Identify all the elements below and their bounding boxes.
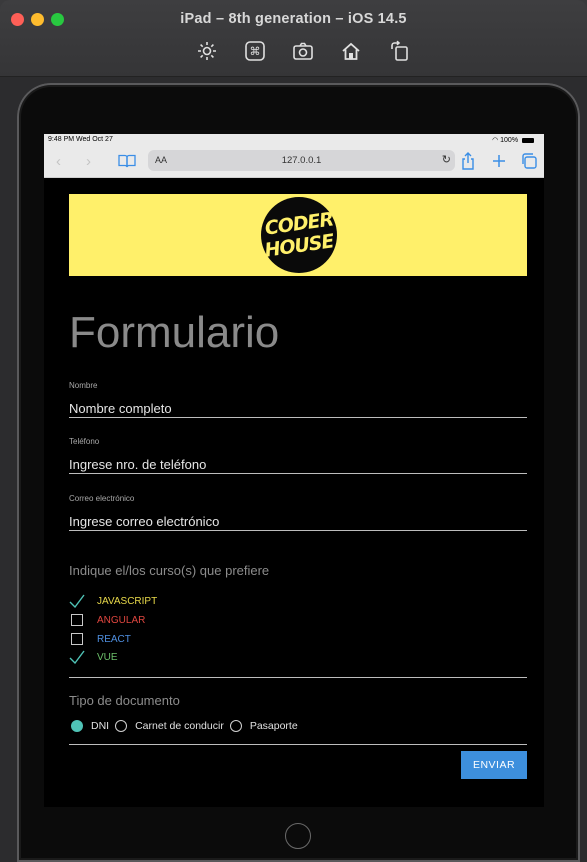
courses-label: Indique el/los curso(s) que prefiere (69, 563, 270, 578)
email-label: Correo electrónico (69, 494, 135, 503)
radio-label-dni: DNI (91, 720, 110, 732)
page-title: Formulario (69, 308, 280, 357)
name-label: Nombre (69, 381, 98, 390)
check-icon (69, 594, 85, 608)
brightness-icon[interactable] (196, 40, 218, 62)
ipad-screen: 9:48 PM Wed Oct 27 ◠ 100% ‹ › AA 127.0.0… (44, 134, 544, 807)
screenshot-icon[interactable] (292, 40, 314, 62)
coderhouse-logo: CODER HOUSE (261, 197, 337, 273)
radio-label-carnet: Carnet de conducir (135, 720, 224, 732)
battery-percent: 100% (500, 137, 519, 144)
status-time: 9:48 PM Wed Oct 27 (48, 136, 113, 143)
reload-icon[interactable]: ↻ (442, 153, 451, 166)
courses-checkbox-group: JAVASCRIPT ANGULAR REACT VUE (69, 593, 527, 678)
phone-input[interactable] (69, 455, 527, 473)
checkbox-react[interactable]: REACT (69, 631, 131, 647)
new-tab-icon[interactable] (490, 152, 508, 170)
checkbox-javascript[interactable]: JAVASCRIPT (69, 593, 157, 609)
radio-carnet[interactable] (115, 720, 128, 732)
checkbox-angular[interactable]: ANGULAR (69, 612, 145, 628)
svg-text:⌘: ⌘ (250, 45, 261, 58)
web-page: CODER HOUSE Formulario Nombre Teléfono C… (44, 178, 544, 807)
email-input[interactable] (69, 512, 527, 530)
radio-dni[interactable] (71, 720, 83, 732)
checkbox-box (71, 614, 83, 626)
simulator-titlebar: iPad – 8th generation – iOS 14.5 ⌘ (0, 0, 587, 77)
tabs-icon[interactable] (520, 152, 538, 170)
checkbox-label: ANGULAR (97, 614, 146, 626)
back-icon[interactable]: ‹ (56, 153, 61, 170)
checkbox-vue[interactable]: VUE (69, 649, 118, 665)
status-battery: ◠ 100% (492, 136, 534, 144)
document-type-label: Tipo de documento (69, 693, 180, 708)
home-button[interactable] (285, 823, 311, 849)
checkbox-label: VUE (97, 651, 118, 663)
checkbox-label: JAVASCRIPT (97, 595, 158, 607)
address-bar[interactable]: AA 127.0.0.1 ↻ (148, 150, 455, 171)
header-banner: CODER HOUSE (69, 194, 527, 276)
submit-button[interactable]: ENVIAR (461, 751, 527, 779)
phone-field: Teléfono (69, 437, 527, 474)
wifi-icon: ◠ (492, 137, 499, 144)
safari-toolbar: ‹ › AA 127.0.0.1 ↻ (44, 146, 544, 178)
share-icon[interactable] (459, 152, 477, 170)
document-radio-group: DNI Carnet de conducir Pasaporte (69, 718, 527, 745)
radio-pasaporte[interactable] (229, 720, 242, 732)
status-bar: 9:48 PM Wed Oct 27 ◠ 100% (44, 134, 544, 146)
bookmarks-icon[interactable] (118, 154, 136, 168)
phone-label: Teléfono (69, 437, 100, 446)
checkbox-label: REACT (97, 633, 131, 645)
checkbox-box (71, 633, 83, 645)
forward-icon[interactable]: › (86, 153, 91, 170)
name-input[interactable] (69, 399, 527, 417)
simulator-toolbar: ⌘ (196, 40, 410, 62)
window-title: iPad – 8th generation – iOS 14.5 (180, 11, 407, 27)
radio-label-pasaporte: Pasaporte (249, 720, 298, 732)
command-icon[interactable]: ⌘ (244, 40, 266, 62)
url-text: 127.0.0.1 (281, 155, 322, 166)
battery-icon (522, 137, 534, 143)
email-field: Correo electrónico (69, 494, 527, 531)
check-icon (69, 650, 85, 664)
home-icon[interactable] (340, 40, 362, 62)
rotate-icon[interactable] (388, 40, 410, 62)
name-field: Nombre (69, 381, 527, 418)
